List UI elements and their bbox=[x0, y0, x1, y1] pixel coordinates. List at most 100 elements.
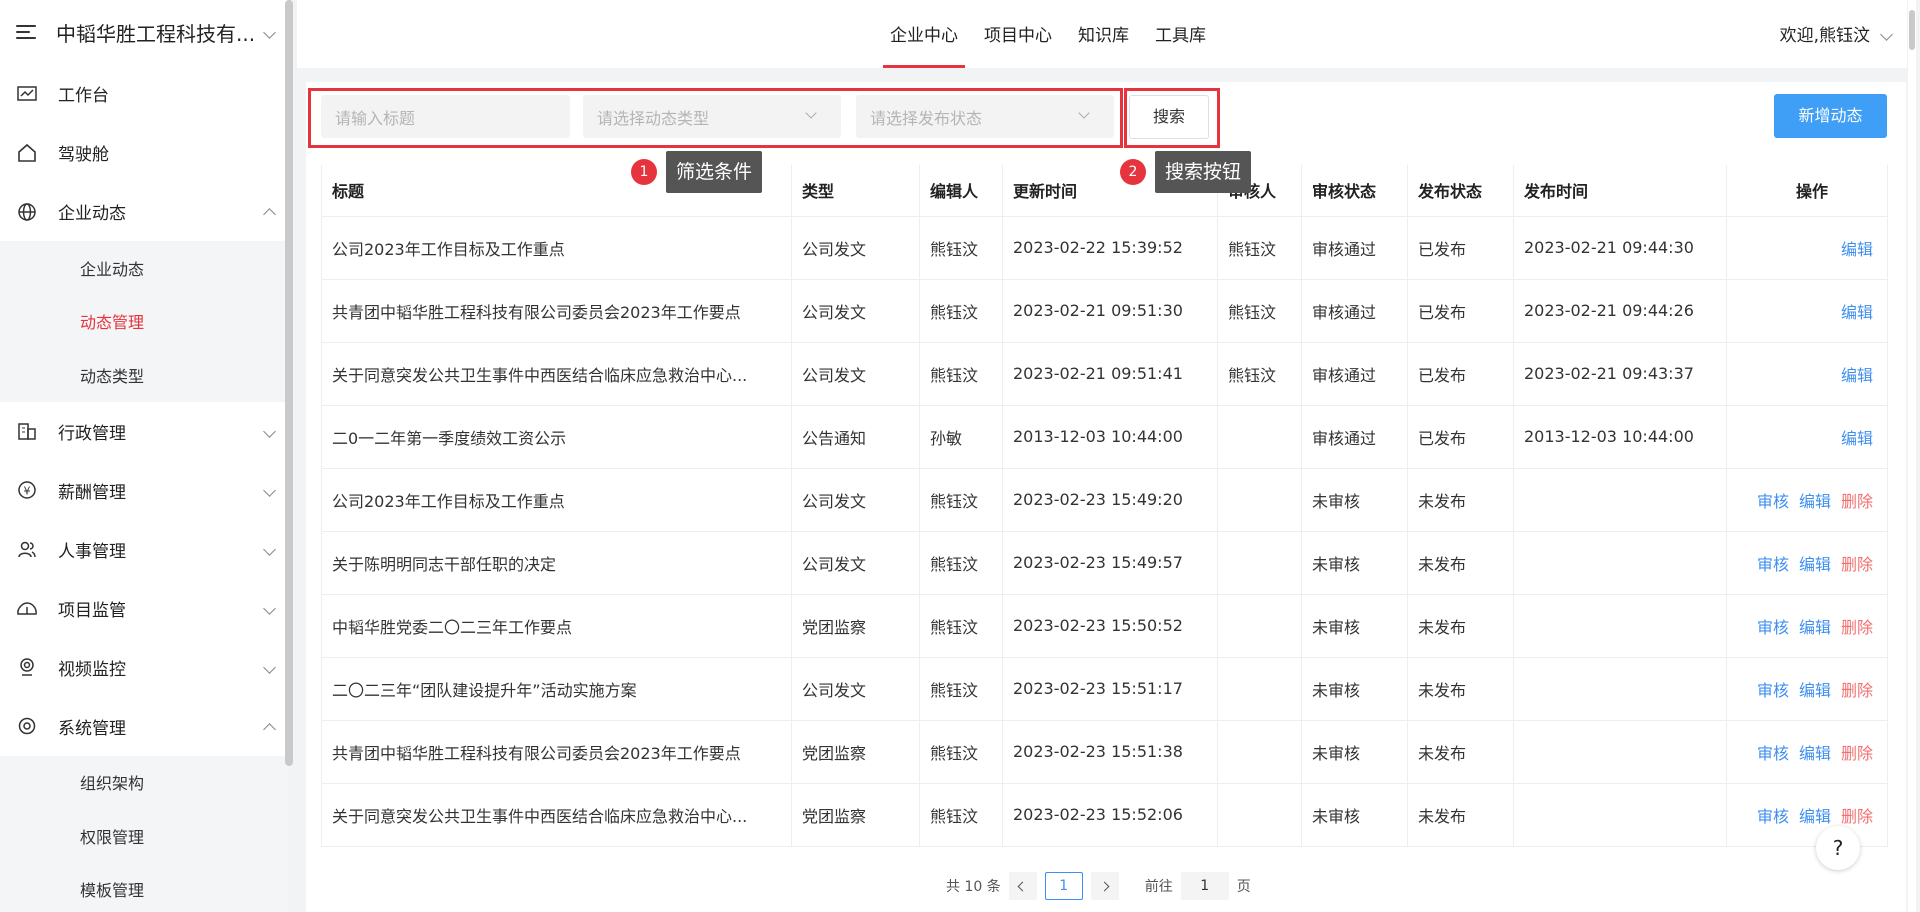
chevron-down-icon[interactable] bbox=[263, 25, 276, 39]
table-cell: 公告通知 bbox=[791, 405, 920, 469]
delete-link[interactable]: 删除 bbox=[1841, 555, 1873, 574]
table-cell bbox=[1217, 594, 1302, 658]
help-button[interactable]: ? bbox=[1816, 826, 1860, 870]
prev-page-button[interactable] bbox=[1008, 872, 1037, 900]
page-number-current[interactable]: 1 bbox=[1044, 872, 1083, 900]
add-news-button[interactable]: 新增动态 bbox=[1774, 94, 1887, 138]
sidebar-item[interactable]: 视频监控 bbox=[0, 638, 288, 697]
table-cell: 未审核 bbox=[1301, 468, 1408, 532]
submenu-item[interactable]: 动态类型 bbox=[0, 348, 288, 402]
table-row: 关于同意突发公共卫生事件中西医结合临床应急救治中心... 党团监察 熊钰汶 2023-… bbox=[321, 783, 1888, 847]
sidebar-item[interactable]: 驾驶舱 bbox=[0, 123, 288, 182]
top-tab[interactable]: 工具库 bbox=[1142, 0, 1219, 68]
sidebar-item[interactable]: 企业动态 bbox=[0, 182, 288, 241]
table-cell: 2023-02-23 15:52:06 bbox=[1002, 783, 1218, 847]
review-link[interactable]: 审核 bbox=[1757, 807, 1789, 826]
table-cell: 熊钰汶 bbox=[919, 720, 1003, 784]
table-cell: 未审核 bbox=[1301, 594, 1408, 658]
table-cell: 未发布 bbox=[1407, 783, 1514, 847]
edit-link[interactable]: 编辑 bbox=[1841, 240, 1873, 259]
goto-page-input[interactable]: 1 bbox=[1180, 872, 1229, 900]
review-link[interactable]: 审核 bbox=[1757, 555, 1789, 574]
company-name[interactable]: 中韬华胜工程科技有... bbox=[56, 18, 265, 47]
edit-link[interactable]: 编辑 bbox=[1799, 807, 1831, 826]
table-cell: 2013-12-03 10:44:00 bbox=[1002, 405, 1218, 469]
edit-link[interactable]: 编辑 bbox=[1799, 681, 1831, 700]
table-cell: 熊钰汶 bbox=[919, 594, 1003, 658]
delete-link[interactable]: 删除 bbox=[1841, 618, 1873, 637]
top-tab[interactable]: 项目中心 bbox=[971, 0, 1065, 68]
sidebar-item[interactable]: 系统管理 bbox=[0, 697, 288, 756]
delete-link[interactable]: 删除 bbox=[1841, 744, 1873, 763]
home-icon bbox=[16, 142, 38, 164]
submenu-item[interactable]: 权限管理 bbox=[0, 809, 288, 863]
page-scrollbar[interactable] bbox=[1908, 0, 1916, 912]
chevron-down-icon bbox=[263, 542, 276, 556]
delete-link[interactable]: 删除 bbox=[1841, 807, 1873, 826]
delete-link[interactable]: 删除 bbox=[1841, 681, 1873, 700]
column-header: 审核状态 bbox=[1301, 165, 1408, 217]
settings-icon bbox=[16, 715, 38, 737]
table-cell: 二0一二年第一季度绩效工资公示 bbox=[321, 405, 792, 469]
edit-link[interactable]: 编辑 bbox=[1799, 618, 1831, 637]
edit-link[interactable]: 编辑 bbox=[1799, 555, 1831, 574]
table-cell: 熊钰汶 bbox=[1217, 216, 1302, 280]
edit-link[interactable]: 编辑 bbox=[1841, 429, 1873, 448]
actions-cell: 编辑 bbox=[1726, 405, 1888, 469]
delete-link[interactable]: 删除 bbox=[1841, 492, 1873, 511]
table-cell: 公司发文 bbox=[791, 468, 920, 532]
review-link[interactable]: 审核 bbox=[1757, 492, 1789, 511]
table-cell: 熊钰汶 bbox=[919, 531, 1003, 595]
column-header: 发布时间 bbox=[1513, 165, 1727, 217]
edit-link[interactable]: 编辑 bbox=[1841, 366, 1873, 385]
tip-number: 2 bbox=[1120, 159, 1146, 185]
review-link[interactable]: 审核 bbox=[1757, 681, 1789, 700]
edit-link[interactable]: 编辑 bbox=[1841, 303, 1873, 322]
location-icon bbox=[16, 656, 38, 678]
sidebar-item[interactable]: 项目监管 bbox=[0, 579, 288, 638]
chevron-down-icon bbox=[263, 483, 276, 497]
table-cell bbox=[1217, 531, 1302, 595]
chevron-right-icon bbox=[1099, 881, 1110, 891]
menu-toggle-icon[interactable] bbox=[16, 23, 38, 41]
submenu-item[interactable]: 模板管理 bbox=[0, 863, 288, 912]
sidebar-item[interactable]: 工作台 bbox=[0, 64, 288, 123]
table-cell: 未审核 bbox=[1301, 657, 1408, 721]
submenu-item[interactable]: 动态管理 bbox=[0, 295, 288, 349]
actions-cell: 审核 编辑 删除 bbox=[1726, 531, 1888, 595]
review-link[interactable]: 审核 bbox=[1757, 744, 1789, 763]
sidebar-item[interactable]: 行政管理 bbox=[0, 402, 288, 461]
sidebar: 中韬华胜工程科技有... 工作台 驾驶舱 企业动态 企业动态 动态管理 动态类型 行政管理 ¥… bbox=[0, 0, 288, 912]
top-tab[interactable]: 企业中心 bbox=[877, 0, 971, 68]
user-menu[interactable]: 欢迎,熊钰汶 bbox=[1780, 0, 1893, 72]
building-icon bbox=[16, 420, 38, 442]
table-cell: 关于陈明明同志干部任职的决定 bbox=[321, 531, 792, 595]
table-cell bbox=[1217, 657, 1302, 721]
sidebar-item[interactable]: 人事管理 bbox=[0, 520, 288, 579]
edit-link[interactable]: 编辑 bbox=[1799, 744, 1831, 763]
money-icon: ¥ bbox=[16, 479, 38, 501]
table-cell: 中韬华胜党委二〇二三年工作要点 bbox=[321, 594, 792, 658]
next-page-button[interactable] bbox=[1090, 872, 1119, 900]
chevron-down-icon bbox=[263, 424, 276, 438]
sidebar-scrollbar[interactable] bbox=[285, 0, 293, 766]
submenu-item[interactable]: 组织架构 bbox=[0, 756, 288, 810]
table-cell: 熊钰汶 bbox=[919, 216, 1003, 280]
table-row: 共青团中韬华胜工程科技有限公司委员会2023年工作要点 公司发文 熊钰汶 2023-0… bbox=[321, 279, 1888, 343]
table-row: 中韬华胜党委二〇二三年工作要点 党团监察 熊钰汶 2023-02-23 15:50:5… bbox=[321, 594, 1888, 658]
table-cell: 2023-02-21 09:43:37 bbox=[1513, 342, 1727, 406]
actions-cell: 审核 编辑 删除 bbox=[1726, 783, 1888, 847]
sidebar-item[interactable]: ¥ 薪酬管理 bbox=[0, 461, 288, 520]
submenu-item[interactable]: 企业动态 bbox=[0, 241, 288, 295]
table-cell: 未发布 bbox=[1407, 720, 1514, 784]
table-cell: 已发布 bbox=[1407, 216, 1514, 280]
table-cell: 党团监察 bbox=[791, 783, 920, 847]
top-nav: 企业中心 项目中心 知识库 工具库 欢迎,熊钰汶 bbox=[297, 0, 1907, 68]
table-cell: 党团监察 bbox=[791, 594, 920, 658]
review-link[interactable]: 审核 bbox=[1757, 618, 1789, 637]
table-cell: 熊钰汶 bbox=[919, 783, 1003, 847]
edit-link[interactable]: 编辑 bbox=[1799, 492, 1831, 511]
search-highlight-box bbox=[1124, 88, 1220, 148]
top-tab[interactable]: 知识库 bbox=[1065, 0, 1142, 68]
tip-text: 筛选条件 bbox=[666, 151, 763, 193]
